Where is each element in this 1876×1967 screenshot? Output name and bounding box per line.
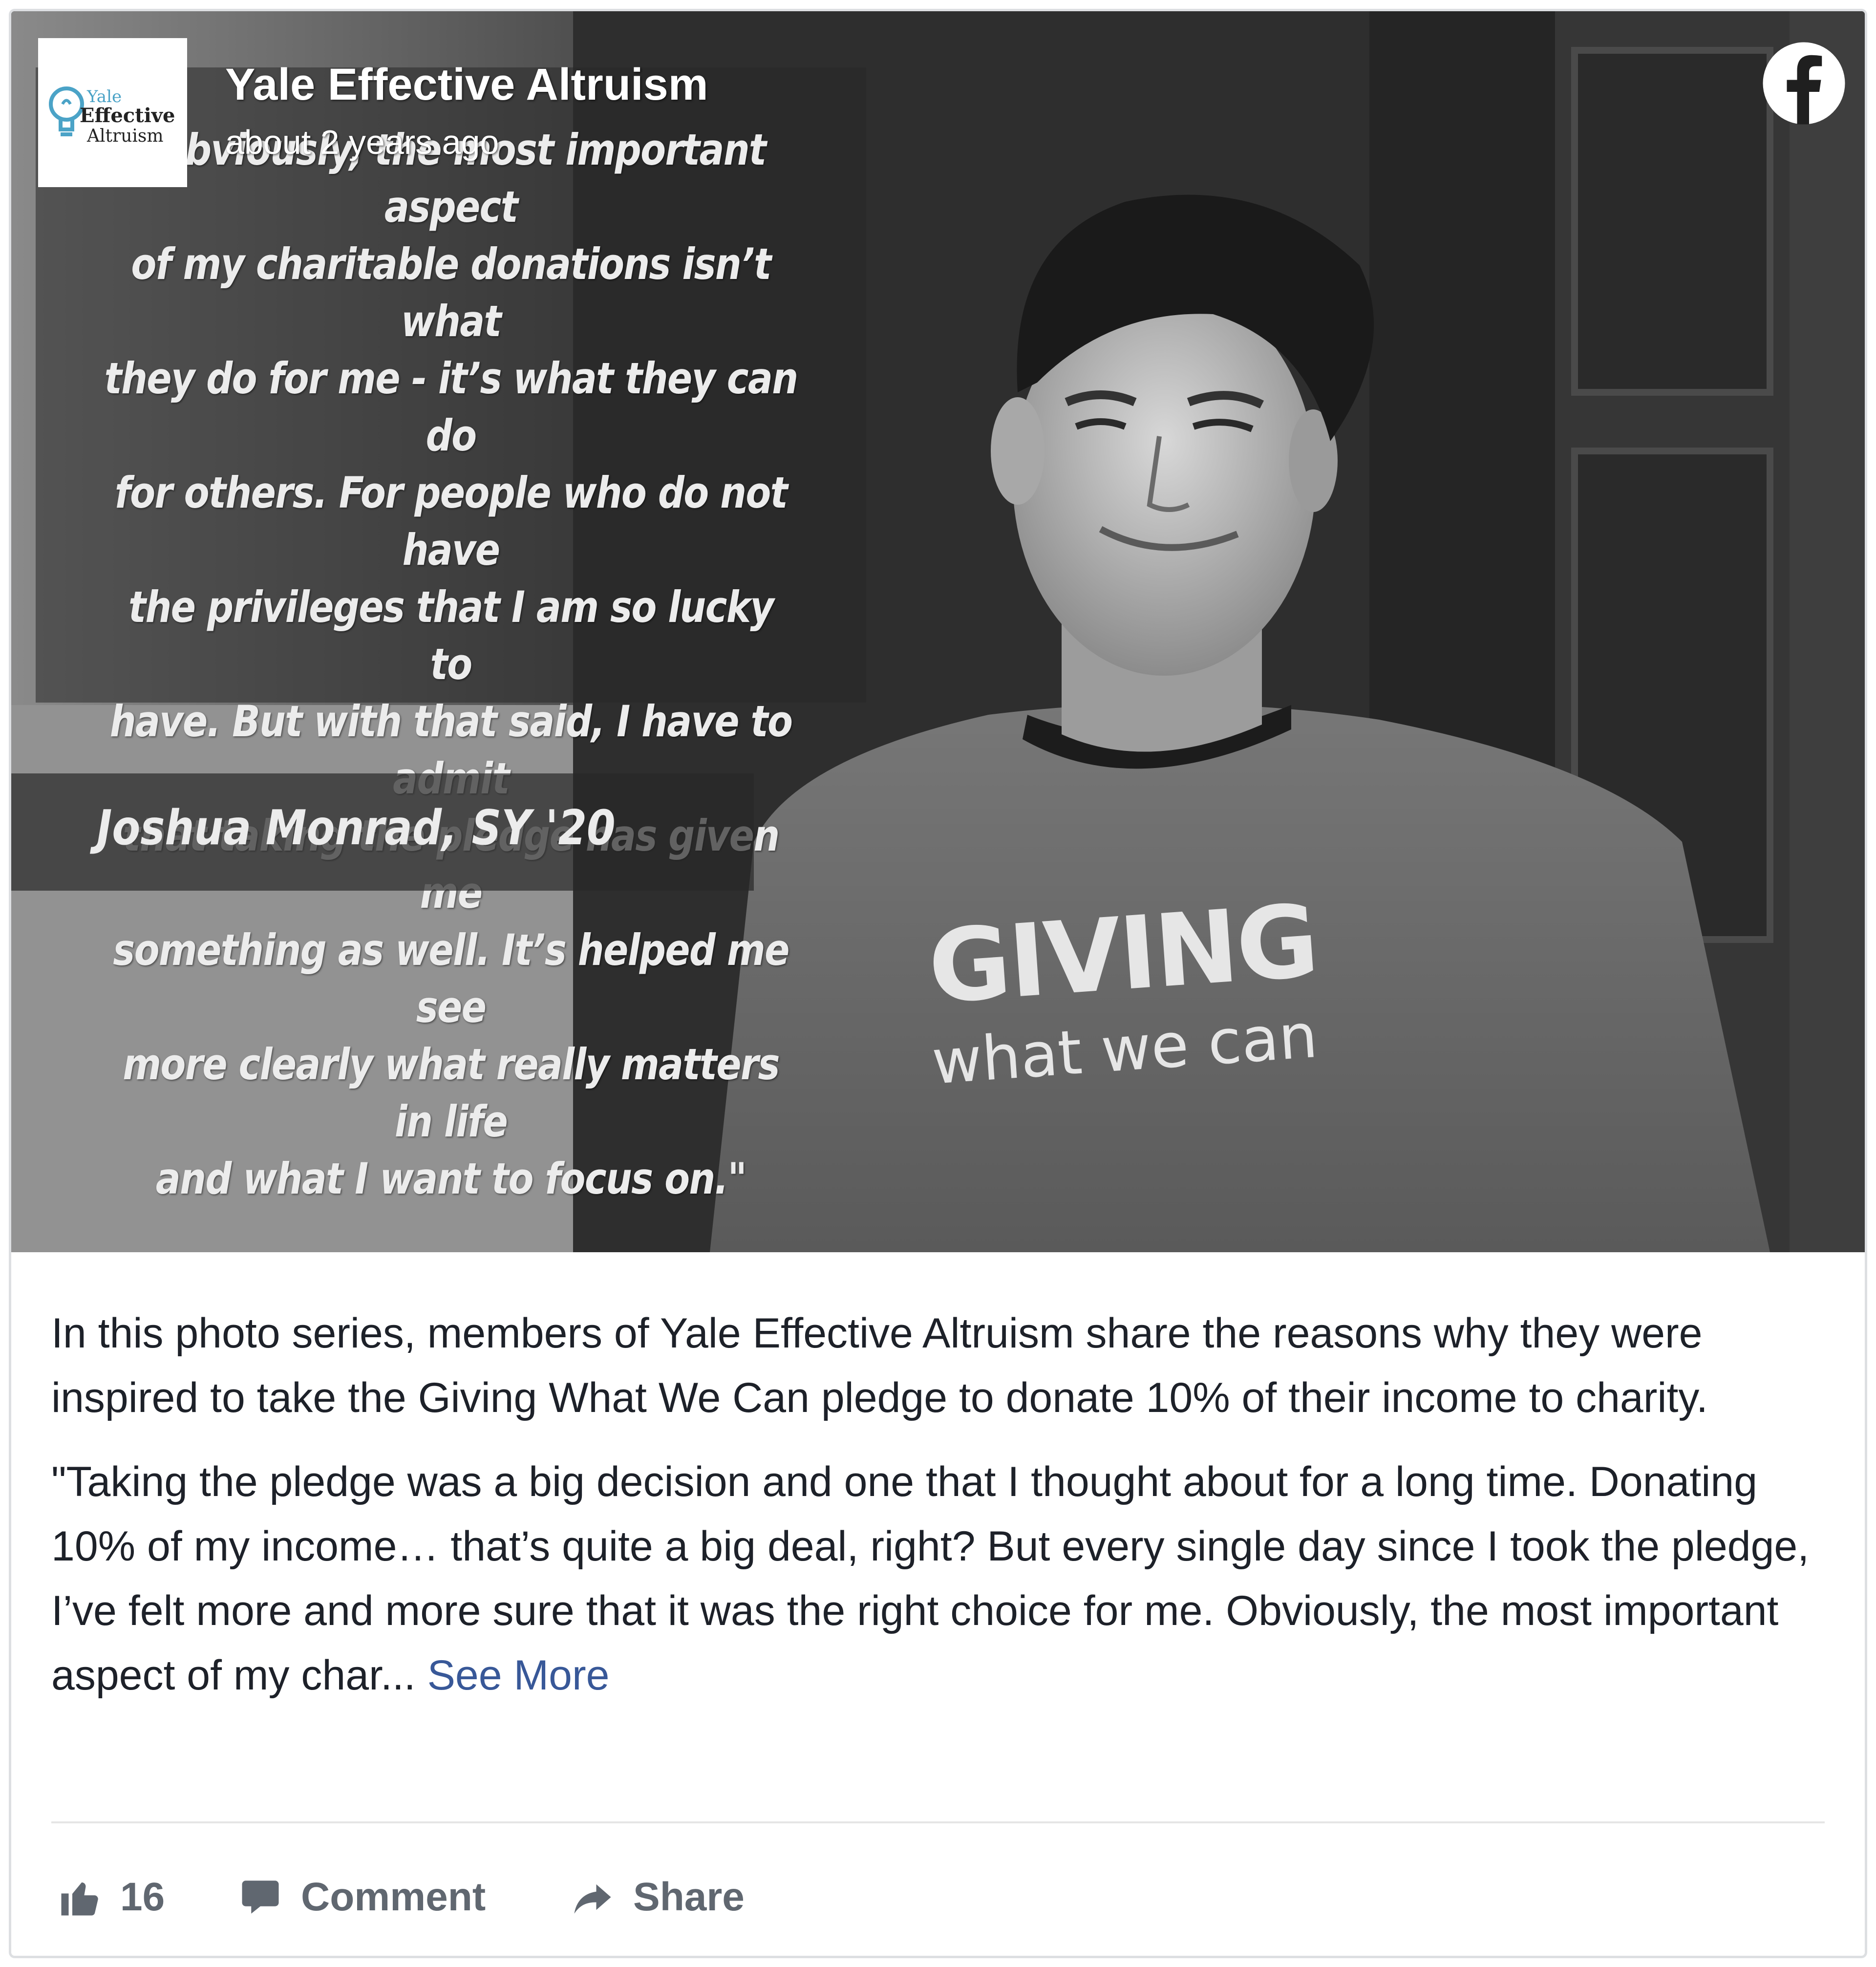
see-more-link[interactable]: See More (427, 1652, 610, 1699)
divider (51, 1821, 1825, 1823)
quote-text: "Obviously, the most important aspect of… (102, 121, 800, 1207)
quote-line: and what I want to focus on." (155, 1154, 747, 1204)
logo-text-yale: Yale (87, 87, 122, 107)
thumbs-up-icon (61, 1882, 98, 1916)
quote-line: for others. For people who do not have (114, 468, 788, 575)
quote-line: the privileges that I am so lucky to (128, 582, 774, 689)
quote-line: of my charitable donations isn’t what (131, 239, 771, 346)
post-paragraph: In this photo series, members of Yale Ef… (51, 1310, 1708, 1421)
post-photo[interactable]: "Obviously, the most important aspect of… (11, 11, 1865, 1252)
quote-attribution: Joshua Monrad, SY '20 (97, 800, 616, 856)
page-logo[interactable]: Yale Effective Altruism (38, 38, 187, 187)
quote-line: they do for me - it’s what they can do (104, 353, 799, 461)
comment-button[interactable]: Comment (238, 1863, 486, 1931)
page-name-link[interactable]: Yale Effective Altruism (225, 59, 708, 110)
post-timestamp[interactable]: about 2 years ago (225, 123, 499, 162)
comment-label: Comment (301, 1875, 486, 1919)
facebook-post-card: "Obviously, the most important aspect of… (9, 9, 1867, 1958)
speech-bubble-icon (242, 1881, 279, 1914)
post-paragraph: "Taking the pledge was a big decision an… (51, 1450, 1834, 1708)
share-arrow-icon (574, 1884, 611, 1914)
like-count: 16 (120, 1875, 165, 1919)
quote-line: something as well. It’s helped me see (113, 925, 789, 1032)
logo-text-altruism: Altruism (87, 126, 164, 146)
post-actions-bar: 16 Comment Share (11, 1863, 1865, 1931)
facebook-icon[interactable] (1761, 41, 1847, 126)
logo-text-effective: Effective (80, 104, 175, 127)
share-button[interactable]: Share (571, 1863, 745, 1931)
post-body: In this photo series, members of Yale Ef… (51, 1301, 1834, 1708)
quote-line: more clearly what really matters in life (123, 1039, 780, 1147)
like-button[interactable]: 16 (58, 1863, 165, 1931)
share-label: Share (633, 1875, 745, 1919)
post-paragraph-text: "Taking the pledge was a big decision an… (51, 1458, 1810, 1699)
